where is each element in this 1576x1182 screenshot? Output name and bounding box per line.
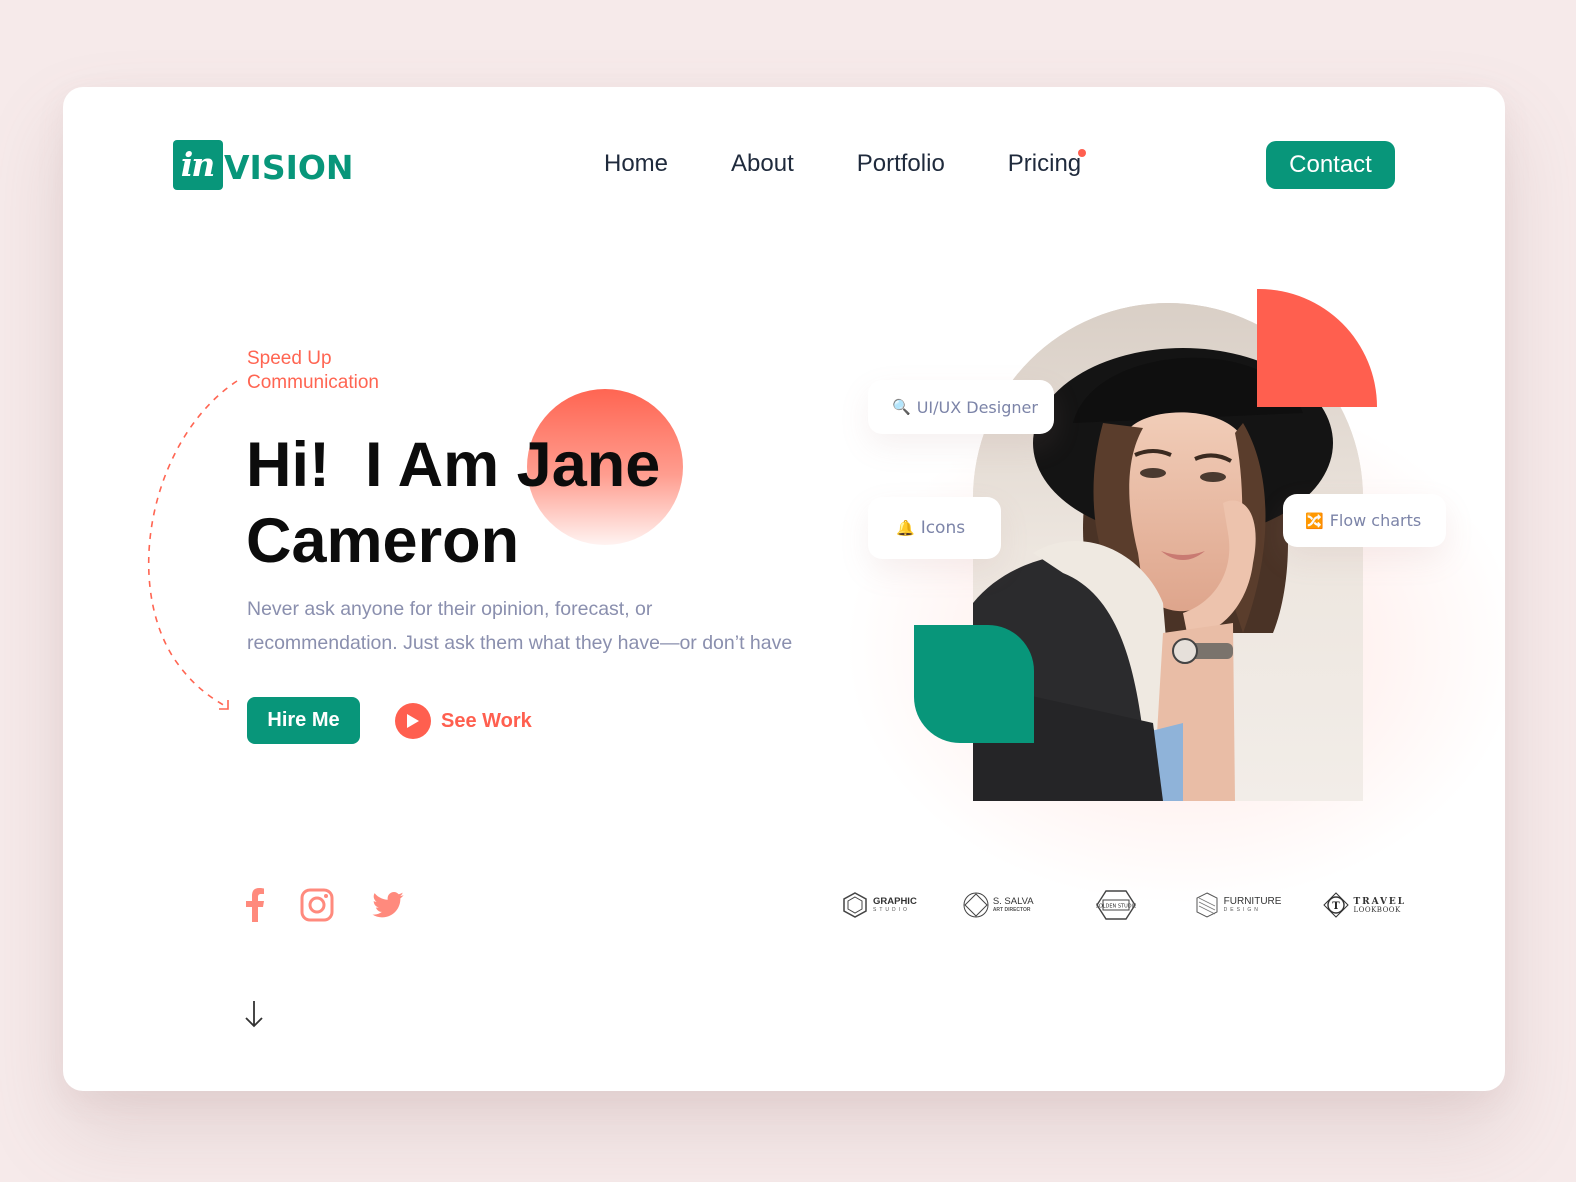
social-links bbox=[243, 887, 405, 923]
diamond-logo-icon bbox=[963, 892, 989, 918]
nav-about[interactable]: About bbox=[731, 150, 794, 178]
tagline-line-1: Speed Up bbox=[247, 348, 332, 369]
svg-text:GOLDEN STUDIO: GOLDEN STUDIO bbox=[1096, 904, 1136, 910]
t-emblem-logo-icon: T bbox=[1323, 892, 1350, 918]
chip-label: Flow charts bbox=[1329, 511, 1422, 530]
shuffle-icon: 🔀 bbox=[1305, 511, 1324, 530]
dashed-arrow-arc bbox=[147, 380, 238, 710]
bell-icon: 🔔 bbox=[896, 519, 915, 537]
magnifier-icon: 🔍 bbox=[892, 398, 911, 416]
hero-title-line-2: Cameron bbox=[246, 506, 520, 576]
contact-button[interactable]: Contact bbox=[1266, 141, 1395, 189]
logo-text: VISION bbox=[224, 147, 354, 187]
nav-home[interactable]: Home bbox=[604, 150, 668, 178]
chip-icons[interactable]: 🔔 Icons bbox=[868, 497, 1001, 559]
badge-logo-icon: GOLDEN STUDIO bbox=[1096, 890, 1136, 920]
brand-golden-studio: GOLDEN STUDIO bbox=[1096, 890, 1136, 920]
nav-pricing-label: Pricing bbox=[1007, 150, 1082, 177]
tagline-line-2: Communication bbox=[247, 372, 379, 393]
scroll-down-arrow-icon[interactable] bbox=[243, 999, 265, 1034]
nav-pricing[interactable]: Pricing bbox=[1007, 149, 1087, 178]
client-logos: GRAPHIC STUDIO S. SALVA ART DIRECTOR GOL… bbox=[841, 890, 1406, 920]
see-work-button[interactable]: See Work bbox=[395, 703, 532, 739]
hero-description-line-1: Never ask anyone for their opinion, fore… bbox=[247, 598, 653, 620]
facebook-icon[interactable] bbox=[243, 887, 267, 923]
twitter-icon[interactable] bbox=[371, 890, 405, 920]
coral-quarter-circle-decoration bbox=[1257, 289, 1377, 407]
chip-ui-ux-designer[interactable]: 🔍 UI/UX Designer bbox=[868, 380, 1054, 434]
cube-logo-icon bbox=[1196, 892, 1218, 918]
hero-title: Hi! I Am Jane Cameron bbox=[246, 427, 660, 579]
play-icon bbox=[395, 703, 431, 739]
see-work-label: See Work bbox=[441, 709, 532, 732]
hero-title-line-1: Hi! I Am Jane bbox=[246, 430, 661, 500]
hero-description: Never ask anyone for their opinion, fore… bbox=[247, 592, 867, 660]
nav-portfolio[interactable]: Portfolio bbox=[857, 150, 945, 178]
instagram-icon[interactable] bbox=[299, 887, 335, 923]
main-nav: Home About Portfolio Pricing bbox=[604, 149, 1087, 178]
green-leaf-shape-decoration bbox=[914, 625, 1034, 743]
landing-page-card: in VISION Home About Portfolio Pricing C… bbox=[63, 87, 1505, 1091]
chip-flow-charts[interactable]: 🔀 Flow charts bbox=[1283, 494, 1446, 547]
brand-graphic-studio: GRAPHIC STUDIO bbox=[841, 891, 917, 919]
logo-mark: in bbox=[173, 140, 223, 190]
hero-description-line-2: recommendation. Just ask them what they … bbox=[247, 632, 793, 654]
svg-text:T: T bbox=[1333, 901, 1341, 912]
notification-dot bbox=[1078, 149, 1087, 157]
brand-travel-lookbook: T TRAVEL LOOKBOOK bbox=[1323, 892, 1406, 918]
hexagon-logo-icon bbox=[843, 892, 867, 918]
hire-me-button[interactable]: Hire Me bbox=[247, 697, 360, 744]
chip-label: UI/UX Designer bbox=[916, 397, 1038, 417]
chip-label: Icons bbox=[920, 518, 966, 538]
brand-s-salva: S. SALVA ART DIRECTOR bbox=[963, 892, 1034, 918]
invision-logo[interactable]: in VISION bbox=[173, 140, 354, 190]
brand-furniture-design: FURNITURE DESIGN bbox=[1196, 892, 1281, 918]
tagline: Speed Up Communication bbox=[247, 347, 379, 395]
